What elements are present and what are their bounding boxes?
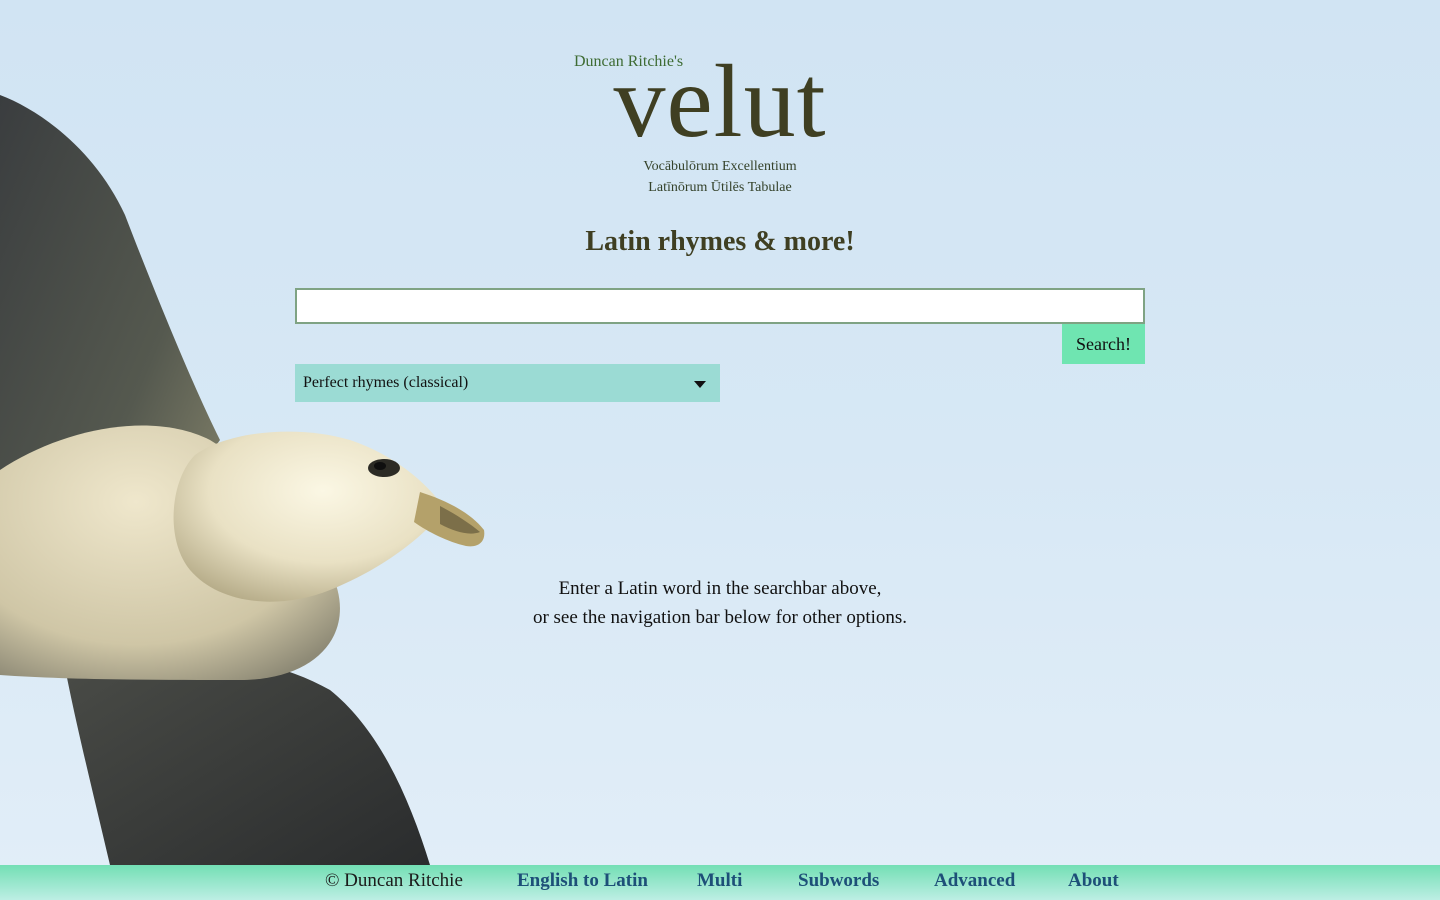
chevron-down-icon <box>694 381 706 388</box>
search-mode-select[interactable]: Perfect rhymes (classical) <box>295 364 720 402</box>
logo-expansion: Vocābulōrum Excellentium Latīnōrum Ūtilē… <box>0 156 1440 198</box>
nav-link-multi[interactable]: Multi <box>697 870 742 892</box>
nav-link-about[interactable]: About <box>1068 870 1119 892</box>
search-mode-selected-value: Perfect rhymes (classical) <box>303 374 469 391</box>
nav-link-english-to-latin[interactable]: English to Latin <box>517 870 648 892</box>
nav-link-subwords[interactable]: Subwords <box>798 870 879 892</box>
copyright-text: © Duncan Ritchie <box>325 870 463 891</box>
instructions-text: Enter a Latin word in the searchbar abov… <box>0 574 1440 632</box>
logo-expansion-line-2: Latīnōrum Ūtilēs Tabulae <box>648 180 792 195</box>
site-logo: velut <box>613 44 827 159</box>
instructions-line-2: or see the navigation bar below for othe… <box>532 607 908 628</box>
page-tagline: Latin rhymes & more! <box>585 226 855 257</box>
nav-link-advanced[interactable]: Advanced <box>934 870 1015 892</box>
footer-navigation: © Duncan Ritchie English to Latin Multi … <box>0 865 1440 900</box>
search-button[interactable]: Search! <box>1062 324 1145 364</box>
search-input[interactable] <box>295 288 1145 324</box>
instructions-line-1: Enter a Latin word in the searchbar abov… <box>558 578 882 599</box>
logo-expansion-line-1: Vocābulōrum Excellentium <box>643 159 797 174</box>
